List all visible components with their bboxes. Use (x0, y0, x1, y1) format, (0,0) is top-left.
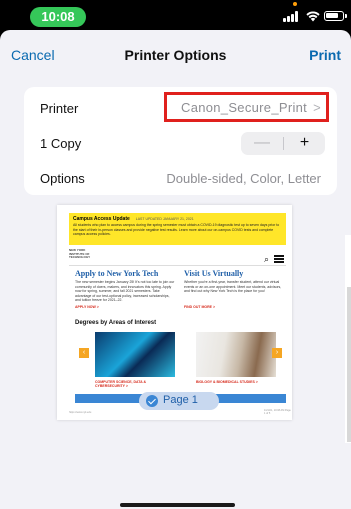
status-bar: 10:08 (0, 0, 351, 30)
page-preview[interactable]: Campus Access Update LAST UPDATED JANUARY… (57, 205, 292, 420)
degree-caption-cs: COMPUTER SCIENCE, DATA & CYBERSECURITY > (95, 380, 147, 388)
privacy-indicator (293, 2, 297, 6)
apply-heading: Apply to New York Tech (75, 269, 159, 278)
printer-row[interactable]: Printer Canon_Secure_Print > (24, 92, 337, 122)
copies-row: 1 Copy — + (24, 132, 337, 156)
footer-date: 1/21/21, 10:08 AM Page 1 of 5 (264, 409, 291, 415)
header-divider (69, 265, 286, 266)
battery-icon (324, 11, 347, 21)
alert-body: All students who plan to access campus d… (73, 223, 280, 236)
degrees-heading: Degrees by Areas of Interest (75, 320, 157, 326)
decrement-button[interactable]: — (241, 132, 283, 155)
carousel-prev-icon: ‹ (79, 348, 89, 358)
visit-body: Whether you're a first-year, transfer st… (184, 280, 282, 293)
page-selector[interactable]: Page 1 (139, 392, 219, 410)
wifi-icon (306, 11, 320, 22)
alert-title: Campus Access Update (73, 216, 130, 222)
clock: 10:08 (30, 7, 86, 27)
footer-url: https://www.nyit.edu (69, 411, 92, 414)
site-logo: NEW YORK INSTITUTE OF TECHNOLOGY (69, 248, 91, 259)
visit-link: FIND OUT MORE > (184, 305, 216, 309)
printer-label: Printer (40, 101, 79, 116)
degree-caption-bio: BIOLOGY & BIOMEDICAL STUDIES > (196, 380, 258, 384)
next-page-content (347, 287, 351, 442)
biology-image (196, 332, 276, 377)
apply-link: APPLY NOW > (75, 305, 99, 309)
sheet-title: Printer Options (124, 47, 227, 63)
campus-alert-banner: Campus Access Update LAST UPDATED JANUARY… (69, 213, 286, 245)
search-icon: ⌕ (264, 254, 270, 264)
page-label: Page 1 (163, 394, 198, 406)
copies-stepper: — + (241, 132, 325, 155)
print-button[interactable]: Print (309, 47, 341, 63)
navigation-bar: Cancel Printer Options Print (0, 30, 351, 82)
options-value: Double-sided, Color, Letter (166, 171, 321, 186)
options-card: Printer Canon_Secure_Print > 1 Copy — + O… (24, 87, 337, 195)
visit-heading: Visit Us Virtually (184, 269, 244, 278)
alert-updated: LAST UPDATED JANUARY 21, 2021 (135, 217, 194, 221)
copies-label: 1 Copy (40, 136, 82, 151)
increment-button[interactable]: + (284, 132, 325, 155)
computer-science-image (95, 332, 175, 377)
highlight-annotation (164, 92, 329, 122)
checkmark-icon (146, 395, 158, 407)
menu-icon (274, 255, 284, 263)
apply-body: The new semester begins January 25! It's… (75, 280, 175, 302)
options-row[interactable]: Options Double-sided, Color, Letter (24, 167, 337, 191)
home-indicator[interactable] (120, 503, 235, 507)
options-label: Options (40, 171, 85, 186)
cellular-signal-icon (283, 11, 301, 22)
carousel-next-icon: › (272, 348, 282, 358)
